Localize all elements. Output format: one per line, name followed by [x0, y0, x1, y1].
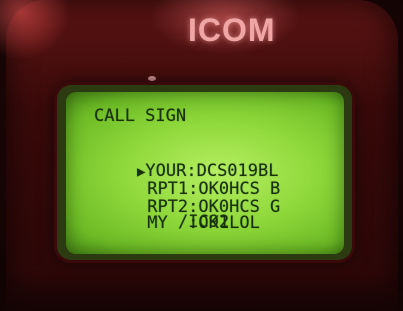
radio-lower-body — [0, 271, 403, 311]
my-suffix: /IC92 — [178, 212, 230, 232]
brand-logo: ICOM — [188, 12, 276, 48]
light-glare — [0, 0, 70, 60]
photo-scene: ICOM CALL SIGN ▶YOUR:DCS019BL RPT1:OK0HC… — [0, 0, 403, 311]
screen-title: CALL SIGN — [94, 106, 187, 126]
light-reflection — [148, 76, 156, 81]
